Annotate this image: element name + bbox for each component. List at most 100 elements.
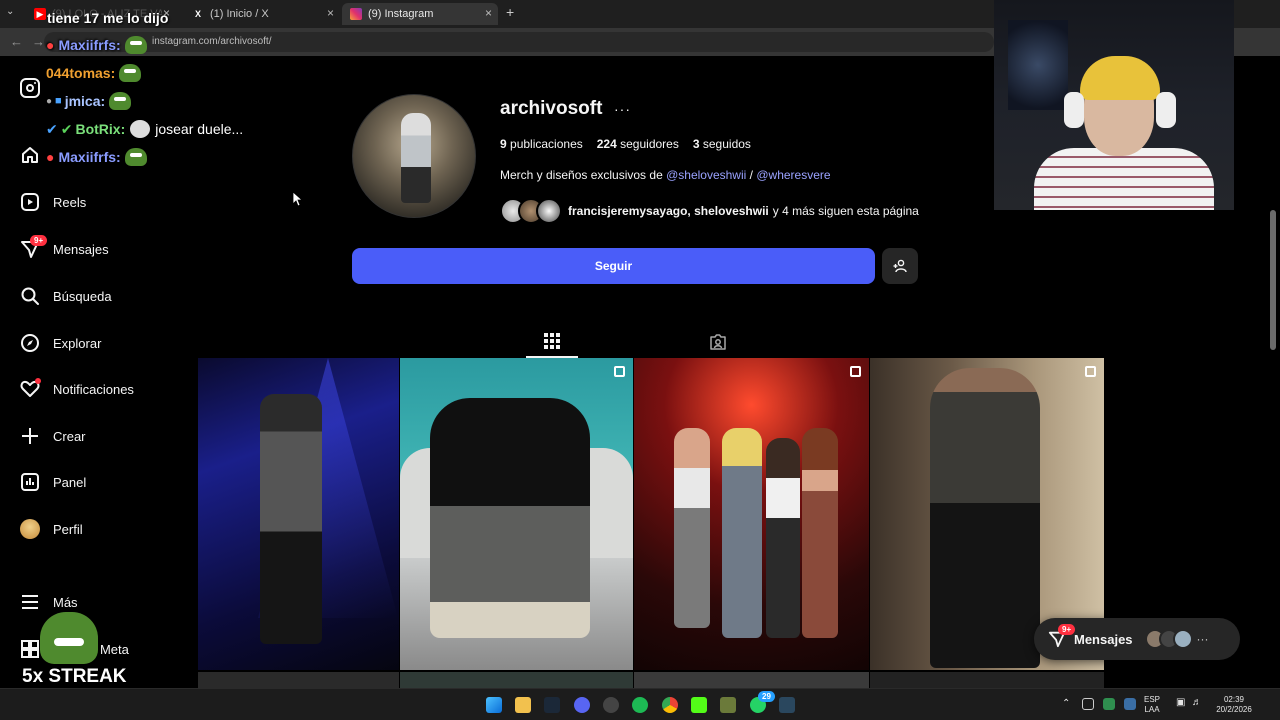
tab-posts[interactable] bbox=[526, 326, 578, 358]
following-count: 3 bbox=[692, 137, 700, 151]
suggested-users-button[interactable] bbox=[882, 248, 918, 284]
badge-icon: ■ bbox=[55, 95, 62, 107]
url-field[interactable]: instagram.com/archivosoft/ bbox=[44, 32, 994, 52]
tab-instagram[interactable]: (9) Instagram × bbox=[342, 3, 498, 25]
messages-icon: 9+ bbox=[20, 235, 48, 259]
app-icon[interactable] bbox=[720, 697, 736, 713]
back-icon[interactable]: ← bbox=[10, 34, 23, 49]
whatsapp-icon[interactable]: 29 bbox=[750, 691, 775, 713]
steam-icon[interactable] bbox=[544, 697, 560, 713]
post-thumbnail[interactable] bbox=[634, 672, 869, 688]
network-icon[interactable]: ▣ bbox=[1176, 698, 1185, 708]
tray-app-icon[interactable] bbox=[1082, 698, 1094, 710]
webcam-overlay bbox=[994, 0, 1234, 210]
chat-line: ● Maxiifrfs: bbox=[46, 148, 147, 166]
tray-app-icon[interactable] bbox=[1124, 698, 1136, 710]
posts-label: publicaciones bbox=[510, 137, 583, 151]
instagram-logo-icon[interactable] bbox=[20, 78, 40, 98]
followers-label: seguidores bbox=[620, 137, 679, 151]
sidebar-item-messages[interactable]: 9+ Mensajes bbox=[20, 235, 109, 261]
multi-image-icon bbox=[614, 366, 625, 377]
sidebar-item-create[interactable]: Crear bbox=[20, 424, 86, 448]
chrome-icon[interactable] bbox=[662, 697, 678, 713]
bio-text: Merch y diseños exclusivos de bbox=[500, 168, 663, 182]
profile-avatar[interactable] bbox=[352, 94, 476, 218]
bio-link-wheresvere[interactable]: @wheresvere bbox=[756, 168, 830, 182]
profile-stats: 9 publicaciones 224 seguidores 3 seguido… bbox=[500, 137, 751, 151]
avatar-figure bbox=[401, 113, 431, 203]
post-thumbnail[interactable] bbox=[198, 358, 399, 670]
discord-icon[interactable] bbox=[574, 697, 590, 713]
chart-icon bbox=[20, 472, 40, 492]
language-indicator[interactable]: ESP LAA bbox=[1144, 695, 1160, 715]
steam-icon[interactable] bbox=[779, 697, 795, 713]
sidebar-item-panel[interactable]: Panel bbox=[20, 470, 86, 494]
sidebar-item-reels[interactable]: Reels bbox=[20, 190, 86, 214]
follower-avatar bbox=[536, 198, 562, 224]
headphone-right bbox=[1156, 92, 1176, 128]
chat-header-text: tiene 17 me lo dijo bbox=[47, 10, 169, 26]
screen: ⌄ ▶ (9) LOLO - ALIZ TE VAS BORRO × X (1)… bbox=[0, 0, 1280, 720]
close-icon[interactable]: × bbox=[327, 6, 334, 20]
page-scrollbar[interactable] bbox=[1270, 210, 1276, 350]
chat-username: Maxiifrfs: bbox=[58, 37, 121, 53]
badge-icon: ✔ bbox=[46, 120, 58, 137]
x-icon: X bbox=[194, 9, 201, 19]
windows-start-icon[interactable] bbox=[486, 697, 502, 713]
pepe-emote-icon bbox=[119, 64, 142, 82]
compass-icon bbox=[20, 333, 40, 353]
spotify-icon[interactable] bbox=[632, 697, 648, 713]
keyboard-layout: LAA bbox=[1144, 705, 1160, 714]
follow-button[interactable]: Seguir bbox=[352, 248, 875, 284]
sidebar-item-more[interactable]: Más bbox=[20, 590, 78, 614]
bio-link-sheloveshwii[interactable]: @sheloveshwii bbox=[666, 168, 746, 182]
followed-by-row[interactable]: francisjeremysayago, sheloveshwii y 4 má… bbox=[500, 198, 919, 224]
badge-icon: ● bbox=[46, 149, 55, 165]
post-thumbnail[interactable] bbox=[400, 358, 633, 670]
tagged-user-icon bbox=[710, 334, 726, 350]
obs-icon[interactable] bbox=[603, 697, 619, 713]
new-tab-button[interactable]: + bbox=[506, 4, 514, 20]
multi-image-icon bbox=[1085, 366, 1096, 377]
sidebar-item-search[interactable]: Búsqueda bbox=[20, 284, 112, 308]
sidebar-item-label: Explorar bbox=[53, 335, 102, 351]
clock[interactable]: 02:39 20/2/2026 bbox=[1212, 695, 1256, 715]
followed-by-suffix: y 4 más siguen esta página bbox=[772, 204, 919, 218]
avatar-icon bbox=[20, 519, 40, 539]
tab-tagged[interactable] bbox=[698, 326, 738, 358]
grid-icon bbox=[544, 333, 560, 349]
tray-app-icon[interactable] bbox=[1103, 698, 1115, 710]
tab-list-chevron-icon[interactable]: ⌄ bbox=[6, 6, 14, 17]
streak-text: 5x STREAK bbox=[22, 666, 127, 687]
following-stat[interactable]: 3 seguidos bbox=[693, 137, 751, 151]
messages-floating-button[interactable]: 9+ Mensajes ··· bbox=[1034, 618, 1240, 660]
sidebar-item-label: Panel bbox=[53, 474, 87, 490]
chat-line: ✔ ✔ BotRix: josear duele... bbox=[46, 120, 243, 138]
volume-icon[interactable]: ♬ bbox=[1192, 698, 1202, 708]
sidebar-item-label: Crear bbox=[53, 428, 86, 444]
clock-date: 20/2/2026 bbox=[1216, 705, 1252, 714]
tray-chevron-icon[interactable]: ⌃ bbox=[1062, 699, 1070, 709]
sidebar-item-label: Más bbox=[53, 594, 78, 610]
file-explorer-icon[interactable] bbox=[515, 697, 531, 713]
post-thumbnail[interactable] bbox=[634, 358, 869, 670]
post-thumbnail[interactable] bbox=[198, 672, 399, 688]
chat-message: josear duele... bbox=[155, 121, 244, 137]
followers-stat[interactable]: 224 seguidores bbox=[597, 137, 679, 151]
more-icon[interactable]: ··· bbox=[1197, 632, 1209, 646]
webcam-window-view bbox=[1008, 20, 1068, 110]
clock-time: 02:39 bbox=[1223, 695, 1245, 704]
close-icon[interactable]: × bbox=[485, 6, 492, 20]
more-options-icon[interactable]: ··· bbox=[614, 101, 631, 117]
sidebar-item-notifications[interactable]: Notificaciones bbox=[20, 377, 134, 401]
multi-image-icon bbox=[850, 366, 861, 377]
profile-tabs bbox=[198, 326, 1104, 358]
post-thumbnail[interactable] bbox=[400, 672, 633, 688]
post-thumbnail[interactable] bbox=[870, 672, 1104, 688]
tab-x[interactable]: X (1) Inicio / X × bbox=[184, 3, 340, 25]
sidebar-item-profile[interactable]: Perfil bbox=[20, 517, 83, 541]
sidebar-item-explore[interactable]: Explorar bbox=[20, 331, 101, 355]
notification-dot bbox=[35, 378, 41, 384]
mouse-cursor-icon bbox=[293, 192, 303, 206]
kick-icon[interactable] bbox=[691, 697, 707, 713]
